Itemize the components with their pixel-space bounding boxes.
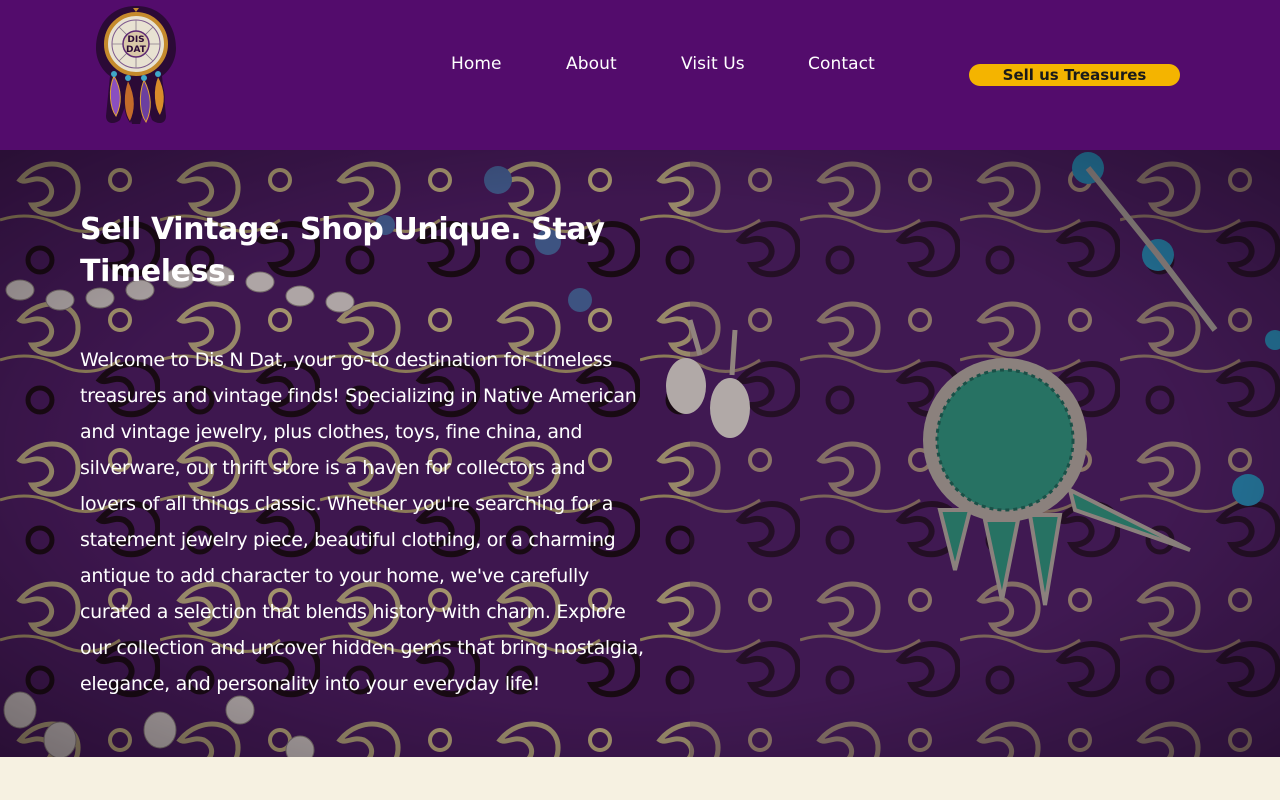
page-bottom-band xyxy=(0,757,1280,800)
nav-item-contact[interactable]: Contact xyxy=(808,54,875,74)
hero-section: Sell Vintage. Shop Unique. Stay Timeless… xyxy=(0,150,1280,757)
nav-item-home[interactable]: Home xyxy=(451,54,502,74)
hero-description: Welcome to Dis N Dat, your go-to destina… xyxy=(80,349,644,695)
nav-item-visit-us[interactable]: Visit Us xyxy=(681,54,745,74)
site-header: DIS DAT Home About Visit Us Contact Sell… xyxy=(0,0,1280,150)
hero-title: Sell Vintage. Shop Unique. Stay Timeless… xyxy=(80,212,605,289)
sell-us-treasures-button[interactable]: Sell us Treasures xyxy=(969,64,1180,86)
logo-text-dis: DIS xyxy=(127,35,144,45)
nav-item-about[interactable]: About xyxy=(566,54,617,74)
